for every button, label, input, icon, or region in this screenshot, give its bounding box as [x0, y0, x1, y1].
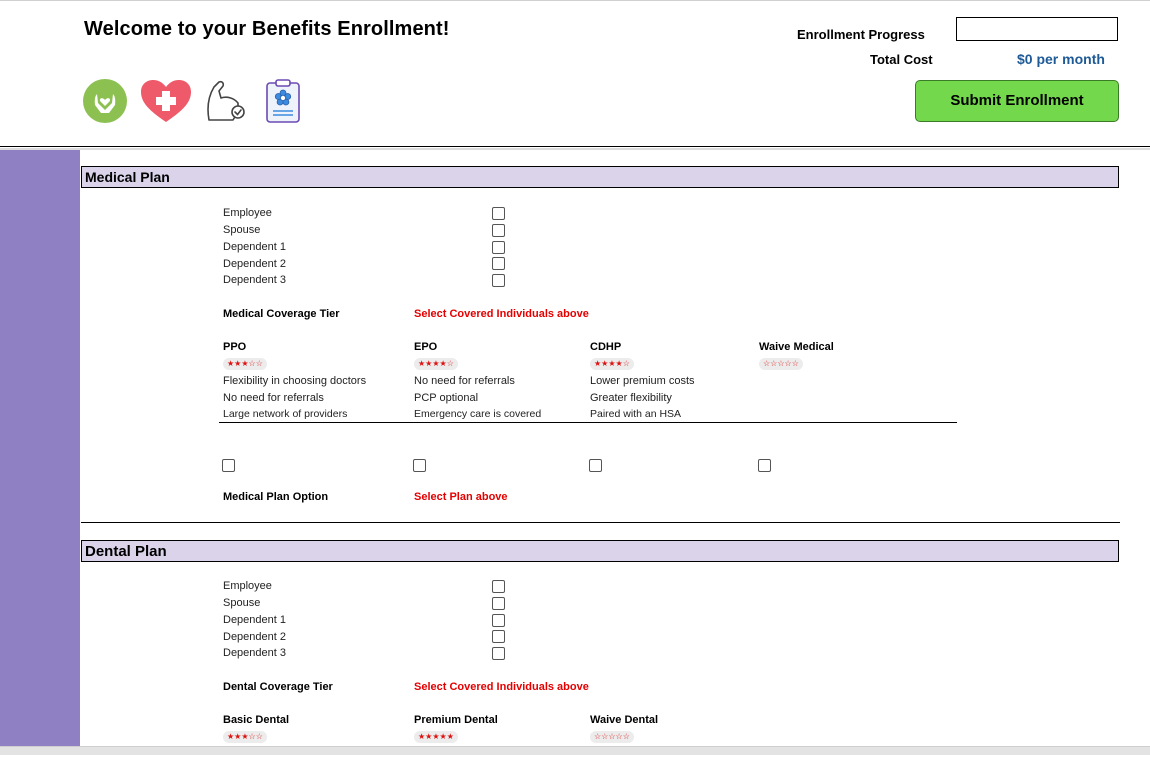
- plan-feature: No need for referrals: [414, 375, 515, 387]
- enrollment-progress-bar: [956, 17, 1118, 41]
- medical-plan-option-label: Medical Plan Option: [223, 491, 329, 503]
- cdhp-select-checkbox[interactable]: [589, 459, 602, 472]
- medical-plan-header: Medical Plan: [81, 166, 1119, 188]
- plan-feature: Large network of providers: [223, 408, 348, 420]
- plan-rating: ☆☆☆☆☆: [590, 731, 634, 743]
- medical-individual-label: Dependent 1: [223, 241, 286, 253]
- header-divider: [0, 146, 1150, 147]
- section-divider: [81, 522, 1120, 523]
- plan-rating: ★★★☆☆: [223, 731, 267, 743]
- top-border: [0, 0, 1150, 1]
- horizontal-scrollbar[interactable]: [0, 746, 1150, 755]
- plan-rating: ☆☆☆☆☆: [759, 358, 803, 370]
- plan-table-divider: [219, 422, 957, 423]
- dental-dependent3-checkbox[interactable]: [492, 647, 505, 660]
- plan-rating: ★★★★☆: [414, 358, 458, 370]
- plan-name: Waive Dental: [590, 714, 659, 726]
- caring-hands-icon[interactable]: [82, 79, 128, 123]
- total-cost-label: Total Cost: [870, 52, 933, 67]
- dental-plan-header: Dental Plan: [81, 540, 1119, 562]
- plan-rating: ★★★★☆: [590, 358, 634, 370]
- dental-dependent2-checkbox[interactable]: [492, 630, 505, 643]
- plan-name: CDHP: [590, 341, 622, 353]
- medical-dependent2-checkbox[interactable]: [492, 257, 505, 270]
- dental-individual-label: Spouse: [223, 597, 261, 609]
- plan-name: Basic Dental: [223, 714, 290, 726]
- medical-spouse-checkbox[interactable]: [492, 224, 505, 237]
- medical-individual-label: Employee: [223, 207, 272, 219]
- dental-coverage-tier-label: Dental Coverage Tier: [223, 681, 333, 693]
- sidebar: [0, 150, 80, 746]
- plan-rating: ★★★★★: [414, 731, 458, 743]
- total-cost-value: $0 per month: [1017, 51, 1105, 67]
- dental-individual-label: Dependent 2: [223, 631, 286, 643]
- dental-employee-checkbox[interactable]: [492, 580, 505, 593]
- medical-coverage-tier-label: Medical Coverage Tier: [223, 308, 340, 320]
- plan-feature: No need for referrals: [223, 392, 324, 404]
- epo-select-checkbox[interactable]: [413, 459, 426, 472]
- plan-feature: PCP optional: [414, 392, 479, 404]
- medical-individual-label: Dependent 2: [223, 258, 286, 270]
- plan-feature: Greater flexibility: [590, 392, 672, 404]
- plan-name: PPO: [223, 341, 247, 353]
- medical-dependent1-checkbox[interactable]: [492, 241, 505, 254]
- heart-plus-icon[interactable]: [140, 79, 192, 123]
- plan-feature: Paired with an HSA: [590, 408, 682, 420]
- plan-rating: ★★★☆☆: [223, 358, 267, 370]
- dental-individual-label: Dependent 3: [223, 647, 286, 659]
- plan-feature: Flexibility in choosing doctors: [223, 375, 367, 387]
- plan-name: EPO: [414, 341, 438, 353]
- dental-coverage-tier-value: Select Covered Individuals above: [414, 681, 589, 693]
- header-divider-shadow: [0, 148, 1150, 150]
- dental-dependent1-checkbox[interactable]: [492, 614, 505, 627]
- dental-individual-label: Employee: [223, 580, 272, 592]
- dental-individual-label: Dependent 1: [223, 614, 286, 626]
- plan-name: Premium Dental: [414, 714, 498, 726]
- medical-individual-label: Dependent 3: [223, 274, 286, 286]
- medical-plan-option-value: Select Plan above: [414, 491, 508, 503]
- enrollment-progress-label: Enrollment Progress: [797, 27, 925, 42]
- flexed-arm-icon[interactable]: [205, 79, 247, 123]
- clipboard-icon[interactable]: [265, 78, 301, 124]
- medical-dependent3-checkbox[interactable]: [492, 274, 505, 287]
- page-title: Welcome to your Benefits Enrollment!: [84, 18, 450, 40]
- waive-medical-checkbox[interactable]: [758, 459, 771, 472]
- plan-feature: Emergency care is covered: [414, 408, 542, 420]
- dental-spouse-checkbox[interactable]: [492, 597, 505, 610]
- medical-employee-checkbox[interactable]: [492, 207, 505, 220]
- medical-individual-label: Spouse: [223, 224, 261, 236]
- plan-name: Waive Medical: [759, 341, 834, 353]
- submit-enrollment-button[interactable]: Submit Enrollment: [915, 80, 1119, 122]
- medical-coverage-tier-value: Select Covered Individuals above: [414, 308, 589, 320]
- plan-feature: Lower premium costs: [590, 375, 695, 387]
- ppo-select-checkbox[interactable]: [222, 459, 235, 472]
